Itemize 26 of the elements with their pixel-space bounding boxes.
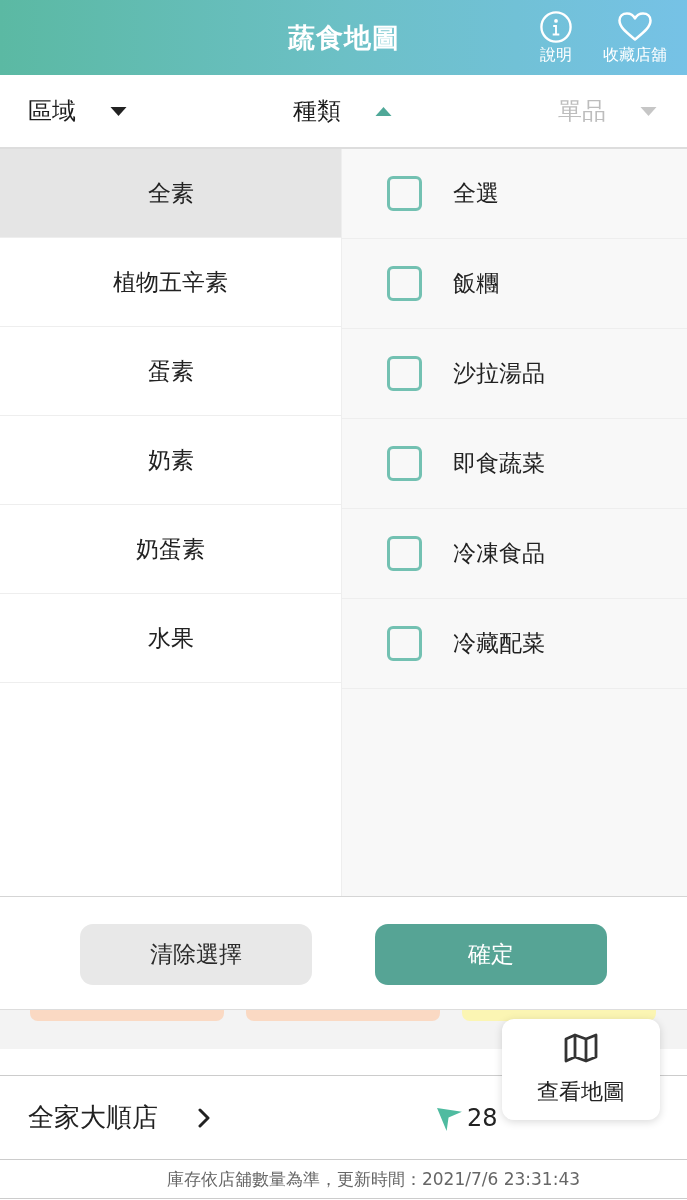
store-name: 全家大順店	[28, 1101, 158, 1134]
option-label[interactable]: 飯糰	[453, 268, 499, 299]
checkbox[interactable]	[387, 626, 422, 661]
chevron-icon	[198, 1107, 210, 1128]
checkbox[interactable]	[387, 176, 422, 211]
option-label[interactable]: 冷凍食品	[453, 538, 545, 569]
filter-dropdown[interactable]: 種類	[293, 95, 392, 127]
option-label[interactable]: 全選	[453, 178, 499, 209]
map-icon	[564, 1032, 598, 1063]
view-map-button[interactable]: 查看地圖	[502, 1019, 660, 1120]
category-item[interactable]: 全素	[0, 149, 341, 238]
navigation-arrow-icon	[437, 1108, 462, 1131]
option-label[interactable]: 沙拉湯品	[453, 358, 545, 389]
checkbox[interactable]	[387, 356, 422, 391]
app-title: 蔬食地圖	[287, 20, 400, 55]
checkbox[interactable]	[387, 446, 422, 481]
info-icon	[539, 11, 573, 43]
option-label[interactable]: 冷藏配菜	[453, 628, 545, 659]
clear-button[interactable]: 清除選擇	[80, 924, 312, 985]
checkbox[interactable]	[387, 266, 422, 301]
heart-icon	[618, 11, 652, 43]
filter-dropdown[interactable]: 區域	[28, 95, 127, 127]
distance-text: 28	[467, 1103, 498, 1132]
checkbox[interactable]	[387, 536, 422, 571]
option-label[interactable]: 即食蔬菜	[453, 448, 545, 479]
update-notice: 庫存依店舖數量為準，更新時間：2021/7/6 23:31:43	[0, 1160, 687, 1199]
